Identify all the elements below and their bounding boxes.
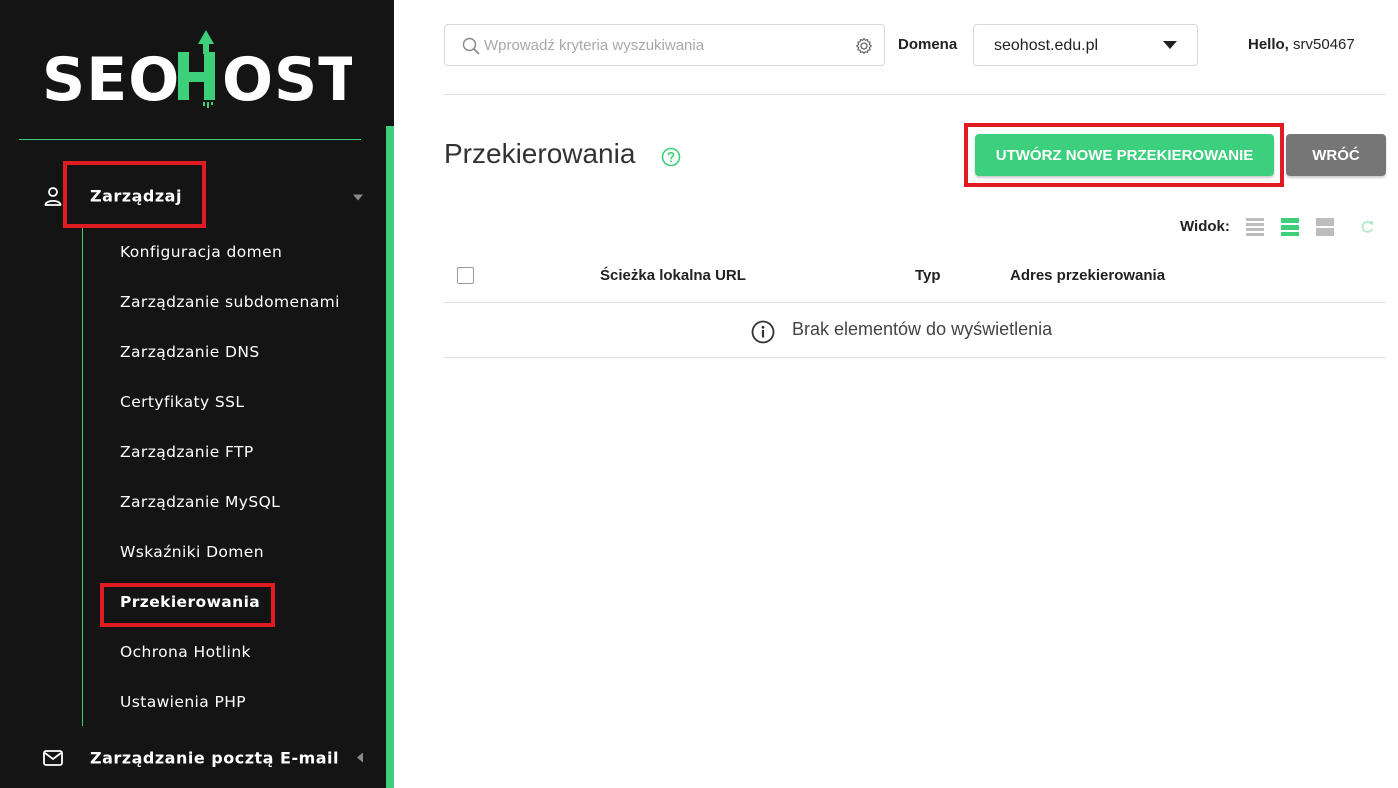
view-label: Widok: <box>1180 218 1230 235</box>
sidebar-group-email[interactable]: Zarządzanie pocztą E-mail <box>0 728 386 788</box>
sidebar-group-manage[interactable]: Zarządzaj <box>0 166 386 226</box>
dropdown-arrow-icon <box>1163 41 1177 49</box>
domain-select-value: seohost.edu.pl <box>994 37 1099 54</box>
sidebar-item-domain-indicators[interactable]: Wskaźniki Domen <box>120 543 264 561</box>
sidebar-item-domain-config[interactable]: Konfiguracja domen <box>120 243 282 261</box>
username: srv50467 <box>1293 36 1355 53</box>
table-bottom-divider <box>444 357 1386 358</box>
sidebar-item-mysql[interactable]: Zarządzanie MySQL <box>120 493 280 511</box>
caret-left-icon <box>356 749 364 768</box>
sidebar: SEO OST Zarządzaj Konfiguracja domen Zar… <box>0 0 394 788</box>
search-box <box>444 24 885 66</box>
sidebar-item-php[interactable]: Ustawienia PHP <box>120 693 246 711</box>
page-title: Przekierowania <box>444 138 636 169</box>
sidebar-accent-bar <box>386 126 394 788</box>
column-header-type[interactable]: Typ <box>915 267 941 284</box>
back-button[interactable]: WRÓĆ <box>1286 134 1386 176</box>
column-header-local-path[interactable]: Ścieżka lokalna URL <box>600 267 746 284</box>
view-compact-icon[interactable] <box>1246 217 1264 241</box>
sidebar-item-ssl[interactable]: Certyfikaty SSL <box>120 393 244 411</box>
sidebar-item-dns[interactable]: Zarządzanie DNS <box>120 343 260 361</box>
svg-text:OST: OST <box>222 45 352 110</box>
create-redirect-button[interactable]: UTWÓRZ NOWE PRZEKIEROWANIE <box>975 134 1274 176</box>
info-icon <box>751 320 775 348</box>
domain-select[interactable]: seohost.edu.pl <box>973 24 1198 66</box>
sidebar-item-subdomains[interactable]: Zarządzanie subdomenami <box>120 293 340 311</box>
sidebar-item-redirects[interactable]: Przekierowania <box>120 593 260 611</box>
seohost-logo[interactable]: SEO OST <box>42 30 352 110</box>
sidebar-item-ftp[interactable]: Zarządzanie FTP <box>120 443 254 461</box>
header-divider <box>444 94 1386 95</box>
mail-icon <box>42 747 64 769</box>
sidebar-item-hotlink[interactable]: Ochrona Hotlink <box>120 643 251 661</box>
svg-text:SEO: SEO <box>42 45 180 110</box>
submenu-guide-line <box>82 228 83 726</box>
help-icon[interactable] <box>661 147 681 171</box>
user-greeting[interactable]: Hello, srv50467 <box>1248 36 1355 53</box>
search-input[interactable] <box>484 33 844 57</box>
search-icon <box>462 37 480 59</box>
domain-label: Domena <box>898 36 958 53</box>
table-header-divider <box>444 302 1386 303</box>
user-icon <box>42 185 64 207</box>
logo-divider <box>19 139 361 140</box>
sidebar-group-email-label: Zarządzanie pocztą E-mail <box>90 748 340 768</box>
view-wide-icon[interactable] <box>1316 217 1334 241</box>
gear-icon[interactable] <box>855 37 873 59</box>
caret-down-icon <box>352 187 364 206</box>
select-all-checkbox[interactable] <box>457 267 474 284</box>
column-header-redirect-address[interactable]: Adres przekierowania <box>1010 267 1165 284</box>
sidebar-group-manage-label: Zarządzaj <box>90 186 182 206</box>
view-normal-icon[interactable] <box>1281 217 1299 241</box>
empty-table-message: Brak elementów do wyświetlenia <box>792 319 1053 339</box>
hello-prefix: Hello, <box>1248 36 1289 53</box>
refresh-icon[interactable] <box>1360 219 1374 239</box>
